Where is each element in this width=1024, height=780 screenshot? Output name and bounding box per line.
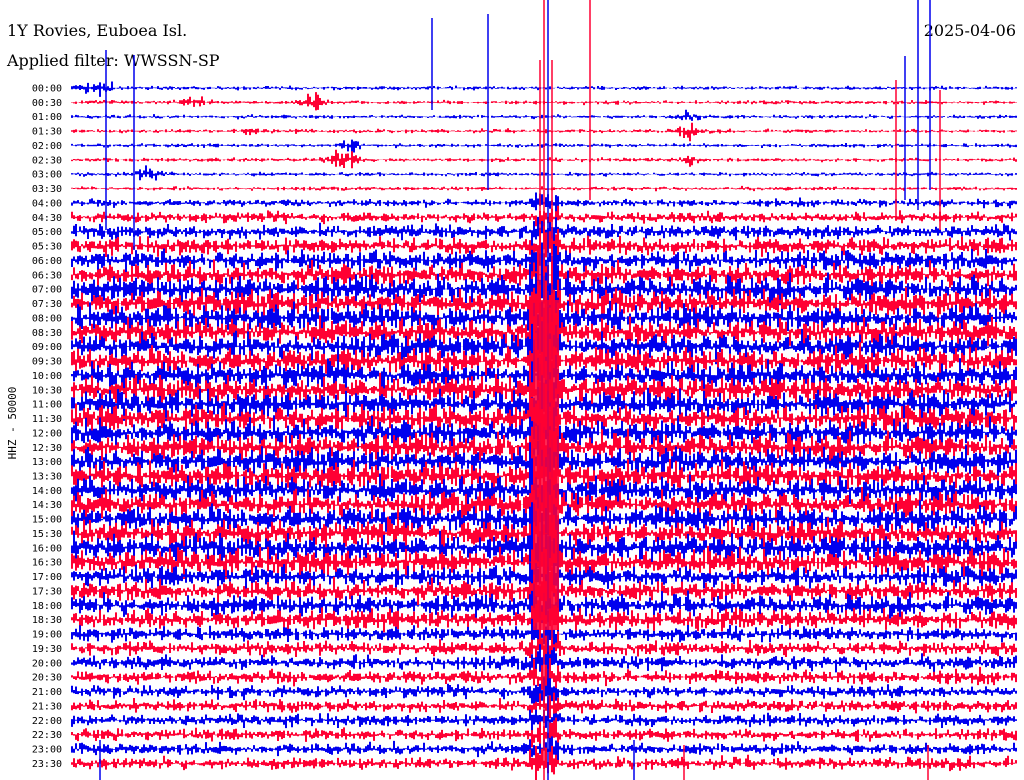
tick-label: 15:30 (32, 529, 62, 540)
tick-label: 20:00 (32, 658, 62, 669)
filter-label: Applied filter: WWSSN-SP (6, 51, 220, 70)
tick-label: 14:30 (32, 500, 62, 511)
tick-label: 00:30 (32, 98, 62, 109)
tick-label: 05:30 (32, 242, 62, 253)
tick-label: 21:00 (32, 687, 62, 698)
large-event-envelope (533, 300, 559, 630)
tick-label: 13:30 (32, 472, 62, 483)
tick-label: 23:00 (32, 745, 62, 756)
tick-label: 11:30 (32, 414, 62, 425)
tick-label: 21:30 (32, 701, 62, 712)
tick-label: 02:30 (32, 155, 62, 166)
tick-label: 04:00 (32, 199, 62, 210)
tick-label: 02:00 (32, 141, 62, 152)
tick-label: 19:00 (32, 630, 62, 641)
tick-label: 07:30 (32, 299, 62, 310)
tick-label: 00:00 (32, 84, 62, 95)
tick-label: 09:00 (32, 342, 62, 353)
tick-label: 10:30 (32, 385, 62, 396)
station-title: 1Y Rovies, Euboea Isl. (7, 21, 187, 40)
tick-label: 11:00 (32, 400, 62, 411)
tick-label: 22:30 (32, 730, 62, 741)
tick-label: 08:00 (32, 313, 62, 324)
tick-label: 06:30 (32, 270, 62, 281)
tick-label: 12:00 (32, 428, 62, 439)
tick-label: 10:00 (32, 371, 62, 382)
tick-label: 12:30 (32, 443, 62, 454)
tick-label: 18:30 (32, 615, 62, 626)
tick-label: 17:30 (32, 587, 62, 598)
y-axis-label: HHZ - 50000 (6, 387, 19, 460)
tick-label: 13:00 (32, 457, 62, 468)
tick-label: 01:30 (32, 127, 62, 138)
tick-label: 06:00 (32, 256, 62, 267)
tick-label: 03:00 (32, 170, 62, 181)
tick-label: 05:00 (32, 227, 62, 238)
tick-label: 09:30 (32, 357, 62, 368)
tick-label: 15:00 (32, 515, 62, 526)
chart-date: 2025-04-06 (924, 21, 1016, 40)
tick-label: 16:30 (32, 558, 62, 569)
tick-label: 19:30 (32, 644, 62, 655)
tick-label: 14:00 (32, 486, 62, 497)
tick-label: 16:00 (32, 543, 62, 554)
tick-label: 20:30 (32, 673, 62, 684)
tick-label: 22:00 (32, 716, 62, 727)
tick-label: 03:30 (32, 184, 62, 195)
tick-label: 18:00 (32, 601, 62, 612)
tick-label: 07:00 (32, 285, 62, 296)
tick-label: 17:00 (32, 572, 62, 583)
helicorder-chart: 1Y Rovies, Euboea Isl. 2025-04-06 Applie… (0, 0, 1024, 780)
tick-label: 01:00 (32, 112, 62, 123)
tick-label: 23:30 (32, 759, 62, 770)
tick-label: 04:30 (32, 213, 62, 224)
tick-label: 08:30 (32, 328, 62, 339)
